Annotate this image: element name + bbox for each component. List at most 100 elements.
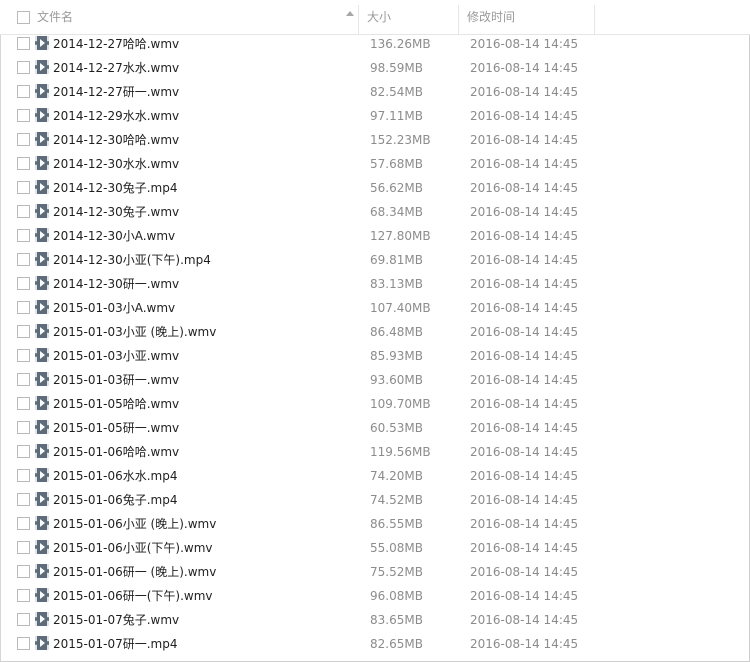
file-size: 86.55MB bbox=[370, 517, 423, 531]
row-checkbox[interactable] bbox=[17, 565, 30, 578]
file-size: 85.93MB bbox=[370, 349, 423, 363]
row-checkbox[interactable] bbox=[17, 469, 30, 482]
file-row[interactable]: 2015-01-05哈哈.wmv 109.70MB 2016-08-14 14:45 bbox=[0, 392, 750, 416]
row-checkbox[interactable] bbox=[17, 589, 30, 602]
file-name[interactable]: 2014-12-27研一.wmv bbox=[53, 80, 179, 104]
row-checkbox[interactable] bbox=[17, 637, 30, 650]
row-checkbox[interactable] bbox=[17, 493, 30, 506]
file-name[interactable]: 2014-12-27哈哈.wmv bbox=[53, 32, 179, 56]
file-row[interactable]: 2014-12-30小A.wmv 127.80MB 2016-08-14 14:45 bbox=[0, 224, 750, 248]
column-header-modified[interactable]: 修改时间 bbox=[467, 0, 515, 34]
column-header-size[interactable]: 大小 bbox=[367, 0, 391, 34]
file-name[interactable]: 2015-01-03研一.wmv bbox=[53, 368, 179, 392]
file-row[interactable]: 2015-01-07兔子.wmv 83.65MB 2016-08-14 14:45 bbox=[0, 608, 750, 632]
file-row[interactable]: 2014-12-27研一.wmv 82.54MB 2016-08-14 14:45 bbox=[0, 80, 750, 104]
file-name[interactable]: 2014-12-30水水.wmv bbox=[53, 152, 179, 176]
file-row[interactable]: 2014-12-30哈哈.wmv 152.23MB 2016-08-14 14:45 bbox=[0, 128, 750, 152]
file-row[interactable]: 2015-01-06哈哈.wmv 119.56MB 2016-08-14 14:45 bbox=[0, 440, 750, 464]
file-modified-time: 2016-08-14 14:45 bbox=[470, 637, 579, 651]
row-checkbox[interactable] bbox=[17, 325, 30, 338]
file-row[interactable]: 2015-01-06小亚(下午).wmv 55.08MB 2016-08-14 14… bbox=[0, 536, 750, 560]
file-row[interactable]: 2015-01-05研一.wmv 60.53MB 2016-08-14 14:45 bbox=[0, 416, 750, 440]
file-name[interactable]: 2014-12-30兔子.mp4 bbox=[53, 176, 178, 200]
row-checkbox[interactable] bbox=[17, 517, 30, 530]
column-divider[interactable] bbox=[594, 5, 595, 34]
row-checkbox[interactable] bbox=[17, 205, 30, 218]
file-row[interactable]: 2015-01-03研一.wmv 93.60MB 2016-08-14 14:45 bbox=[0, 368, 750, 392]
row-checkbox[interactable] bbox=[17, 301, 30, 314]
row-checkbox[interactable] bbox=[17, 613, 30, 626]
column-header-name[interactable]: 文件名 bbox=[37, 0, 73, 34]
file-name[interactable]: 2015-01-05研一.wmv bbox=[53, 416, 179, 440]
file-size: 56.62MB bbox=[370, 181, 423, 195]
file-name[interactable]: 2015-01-03小A.wmv bbox=[53, 296, 175, 320]
file-row[interactable]: 2015-01-06兔子.mp4 74.52MB 2016-08-14 14:45 bbox=[0, 488, 750, 512]
row-checkbox[interactable] bbox=[17, 181, 30, 194]
file-name[interactable]: 2015-01-06小亚(下午).wmv bbox=[53, 536, 213, 560]
file-name[interactable]: 2015-01-06水水.mp4 bbox=[53, 464, 178, 488]
file-modified-time: 2016-08-14 14:45 bbox=[470, 157, 579, 171]
file-name[interactable]: 2015-01-03小亚.wmv bbox=[53, 344, 179, 368]
column-divider[interactable] bbox=[458, 5, 459, 34]
row-checkbox[interactable] bbox=[17, 421, 30, 434]
file-name[interactable]: 2015-01-06研一(下午).wmv bbox=[53, 584, 213, 608]
file-row[interactable]: 2014-12-30研一.wmv 83.13MB 2016-08-14 14:45 bbox=[0, 272, 750, 296]
column-divider[interactable] bbox=[358, 5, 359, 34]
file-name[interactable]: 2014-12-30小亚(下午).mp4 bbox=[53, 248, 211, 272]
row-checkbox[interactable] bbox=[17, 85, 30, 98]
file-name[interactable]: 2014-12-27水水.wmv bbox=[53, 56, 179, 80]
select-all-checkbox[interactable] bbox=[17, 11, 30, 24]
row-checkbox[interactable] bbox=[17, 133, 30, 146]
file-row[interactable]: 2014-12-29水水.wmv 97.11MB 2016-08-14 14:45 bbox=[0, 104, 750, 128]
file-size: 109.70MB bbox=[370, 397, 431, 411]
file-name[interactable]: 2014-12-30研一.wmv bbox=[53, 272, 179, 296]
file-modified-time: 2016-08-14 14:45 bbox=[470, 229, 579, 243]
file-name[interactable]: 2014-12-30兔子.wmv bbox=[53, 200, 179, 224]
file-row[interactable]: 2015-01-03小A.wmv 107.40MB 2016-08-14 14:45 bbox=[0, 296, 750, 320]
video-file-icon bbox=[35, 36, 49, 50]
file-row[interactable]: 2014-12-30水水.wmv 57.68MB 2016-08-14 14:45 bbox=[0, 152, 750, 176]
row-checkbox[interactable] bbox=[17, 157, 30, 170]
file-name[interactable]: 2015-01-03小亚 (晚上).wmv bbox=[53, 320, 216, 344]
row-checkbox[interactable] bbox=[17, 349, 30, 362]
file-row[interactable]: 2014-12-27哈哈.wmv 136.26MB 2016-08-14 14:45 bbox=[0, 32, 750, 56]
file-row[interactable]: 2014-12-30兔子.mp4 56.62MB 2016-08-14 14:45 bbox=[0, 176, 750, 200]
row-checkbox[interactable] bbox=[17, 541, 30, 554]
file-name[interactable]: 2015-01-05哈哈.wmv bbox=[53, 392, 179, 416]
file-row[interactable]: 2015-01-06研一(下午).wmv 96.08MB 2016-08-14 14… bbox=[0, 584, 750, 608]
file-size: 119.56MB bbox=[370, 445, 431, 459]
file-name[interactable]: 2014-12-30小A.wmv bbox=[53, 224, 175, 248]
file-row[interactable]: 2015-01-06小亚 (晚上).wmv 86.55MB 2016-08-14 1… bbox=[0, 512, 750, 536]
row-checkbox[interactable] bbox=[17, 397, 30, 410]
file-name[interactable]: 2015-01-06小亚 (晚上).wmv bbox=[53, 512, 216, 536]
file-row[interactable]: 2015-01-03小亚 (晚上).wmv 86.48MB 2016-08-14 1… bbox=[0, 320, 750, 344]
file-row[interactable]: 2014-12-30小亚(下午).mp4 69.81MB 2016-08-14 14… bbox=[0, 248, 750, 272]
file-row[interactable]: 2014-12-27水水.wmv 98.59MB 2016-08-14 14:45 bbox=[0, 56, 750, 80]
row-checkbox[interactable] bbox=[17, 229, 30, 242]
file-modified-time: 2016-08-14 14:45 bbox=[470, 613, 579, 627]
row-checkbox[interactable] bbox=[17, 277, 30, 290]
row-checkbox[interactable] bbox=[17, 373, 30, 386]
row-checkbox[interactable] bbox=[17, 253, 30, 266]
file-row[interactable]: 2014-12-30兔子.wmv 68.34MB 2016-08-14 14:45 bbox=[0, 200, 750, 224]
file-row[interactable]: 2015-01-07研一.mp4 82.65MB 2016-08-14 14:45 bbox=[0, 632, 750, 656]
row-checkbox[interactable] bbox=[17, 61, 30, 74]
row-checkbox[interactable] bbox=[17, 445, 30, 458]
file-name[interactable]: 2015-01-06研一 (晚上).wmv bbox=[53, 560, 216, 584]
sort-ascending-icon[interactable] bbox=[346, 11, 354, 16]
file-modified-time: 2016-08-14 14:45 bbox=[470, 565, 579, 579]
file-row[interactable]: 2015-01-06研一 (晚上).wmv 75.52MB 2016-08-14 1… bbox=[0, 560, 750, 584]
file-size: 93.60MB bbox=[370, 373, 423, 387]
file-name[interactable]: 2015-01-06哈哈.wmv bbox=[53, 440, 179, 464]
file-row[interactable]: 2015-01-06水水.mp4 74.20MB 2016-08-14 14:45 bbox=[0, 464, 750, 488]
file-name[interactable]: 2014-12-30哈哈.wmv bbox=[53, 128, 179, 152]
file-row[interactable]: 2015-01-03小亚.wmv 85.93MB 2016-08-14 14:45 bbox=[0, 344, 750, 368]
video-file-icon bbox=[35, 468, 49, 482]
file-name[interactable]: 2015-01-07研一.mp4 bbox=[53, 632, 178, 656]
video-file-icon bbox=[35, 492, 49, 506]
file-name[interactable]: 2014-12-29水水.wmv bbox=[53, 104, 179, 128]
row-checkbox[interactable] bbox=[17, 109, 30, 122]
row-checkbox[interactable] bbox=[17, 37, 30, 50]
file-name[interactable]: 2015-01-06兔子.mp4 bbox=[53, 488, 178, 512]
file-name[interactable]: 2015-01-07兔子.wmv bbox=[53, 608, 179, 632]
